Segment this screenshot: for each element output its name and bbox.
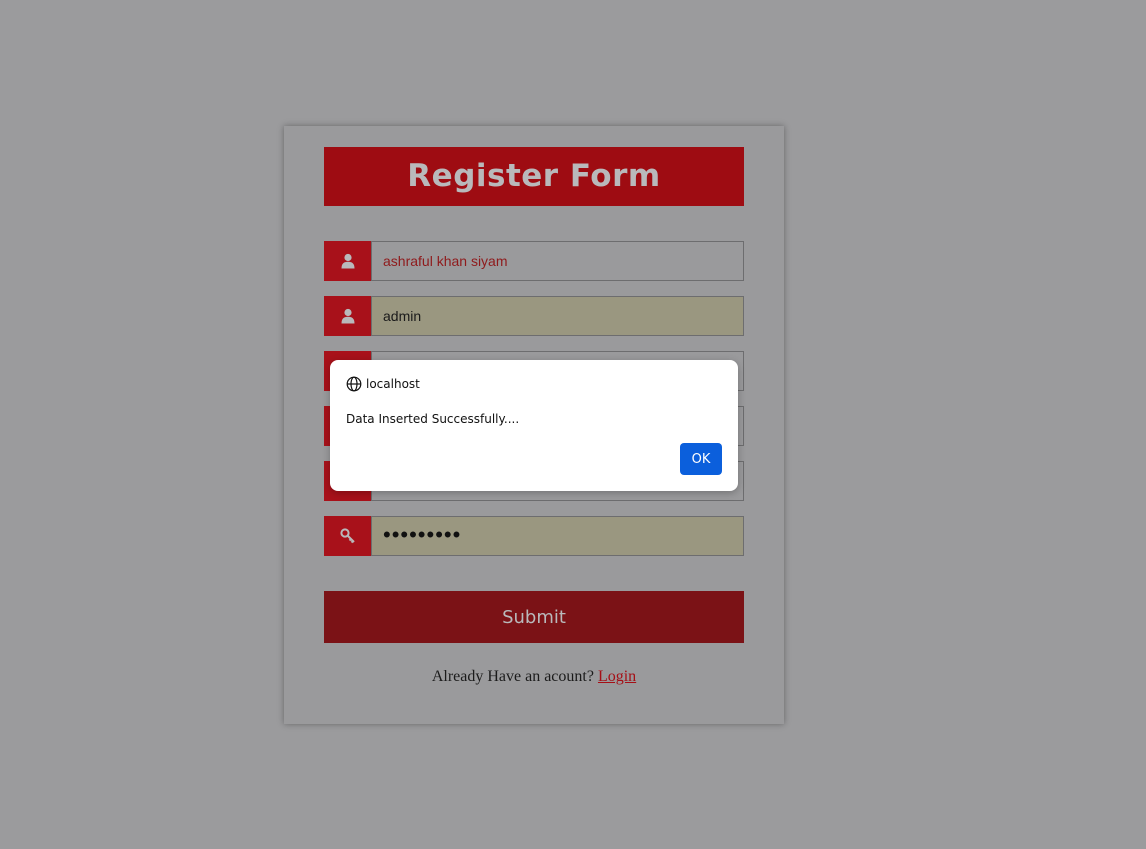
login-link[interactable]: Login bbox=[598, 668, 636, 685]
submit-button[interactable]: Submit bbox=[324, 591, 744, 643]
dialog-message: Data Inserted Successfully.... bbox=[346, 412, 520, 426]
confirm-password-input[interactable]: ••••••••• bbox=[371, 516, 744, 556]
login-prompt: Already Have an acount? Login bbox=[284, 668, 784, 686]
ok-button[interactable]: OK bbox=[680, 443, 722, 475]
key-icon bbox=[324, 516, 371, 556]
user-icon bbox=[324, 241, 371, 281]
user-icon bbox=[324, 296, 371, 336]
username-field bbox=[324, 296, 744, 336]
confirm-password-field: ••••••••• bbox=[324, 516, 744, 556]
username-input[interactable] bbox=[371, 296, 744, 336]
login-prompt-text: Already Have an acount? bbox=[431, 668, 594, 685]
dialog-origin: localhost bbox=[346, 376, 420, 392]
fullname-input[interactable] bbox=[371, 241, 744, 281]
dialog-origin-label: localhost bbox=[366, 377, 420, 391]
globe-icon bbox=[346, 376, 362, 392]
fullname-field bbox=[324, 241, 744, 281]
alert-dialog: localhost Data Inserted Successfully....… bbox=[330, 360, 738, 491]
form-title: Register Form bbox=[324, 147, 744, 206]
